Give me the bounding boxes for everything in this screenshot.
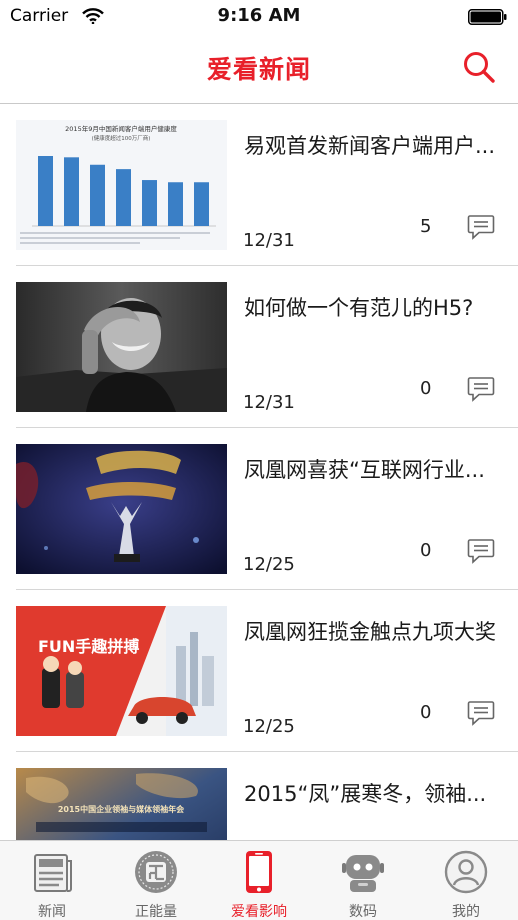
newspaper-icon: [34, 854, 72, 892]
tab-news[interactable]: 新闻: [0, 841, 104, 920]
news-item[interactable]: 凤凰网喜获“互联网行业... 12/25 0: [0, 428, 518, 590]
tab-aikan-influence[interactable]: 爱看影响: [207, 841, 311, 920]
comment-icon[interactable]: [467, 214, 495, 240]
comment-count: 0: [420, 702, 432, 723]
photo-man-laughing: [16, 282, 227, 412]
battery-icon: [468, 9, 507, 25]
tab-mine[interactable]: 我的: [414, 841, 518, 920]
news-title: 凤凰网喜获“互联网行业...: [244, 458, 485, 482]
news-title: 凤凰网狂揽金触点九项大奖: [244, 620, 496, 644]
chart-subheading: (健康度超过100万厂商): [92, 134, 151, 142]
campaign-banner: FUN手趣拼搏: [38, 637, 139, 656]
news-date: 12/25: [243, 554, 295, 575]
news-item[interactable]: 如何做一个有范儿的H5? 12/31 0: [0, 266, 518, 428]
comment-count: 5: [420, 216, 432, 237]
news-thumbnail: [16, 444, 227, 574]
news-date: 12/31: [243, 392, 295, 413]
chart-bar: [168, 182, 183, 226]
news-thumbnail: 2015年9月中国新闻客户端用户健康度 (健康度超过100万厂商): [16, 120, 227, 250]
tab-label: 新闻: [38, 904, 66, 920]
clock: 9:16 AM: [217, 5, 301, 26]
news-thumbnail: [16, 282, 227, 412]
phone-icon: [246, 851, 272, 893]
tab-label: 正能量: [135, 904, 177, 920]
chart-bar: [64, 157, 79, 226]
comment-count: 0: [420, 540, 432, 561]
tab-label: 数码: [349, 904, 377, 920]
user-icon: [444, 850, 488, 894]
page-title: 爱看新闻: [206, 55, 311, 84]
tab-digital[interactable]: 数码: [311, 841, 415, 920]
chart-bar: [194, 182, 209, 226]
chart-bar: [38, 156, 53, 226]
news-date: 12/25: [243, 716, 295, 737]
comment-icon[interactable]: [467, 376, 495, 402]
nav-bar: 爱看新闻: [0, 36, 518, 104]
news-item[interactable]: 2015年9月中国新闻客户端用户健康度 (健康度超过100万厂商) 易观首发新闻…: [0, 104, 518, 266]
news-title: 易观首发新闻客户端用户...: [244, 134, 496, 158]
tab-bar: 新闻 正能量 爱看影响 数码 我的: [0, 840, 518, 920]
news-thumbnail: FUN手趣拼搏: [16, 606, 227, 736]
chart-bar: [116, 169, 131, 226]
status-bar: Carrier 9:16 AM: [0, 0, 518, 36]
tab-label: 爱看影响: [231, 904, 287, 920]
tab-positive-energy[interactable]: 正能量: [104, 841, 208, 920]
news-title: 2015“凤”展寒冬，领袖...: [244, 782, 487, 806]
robot-icon: [342, 855, 384, 892]
chart-heading: 2015年9月中国新闻客户端用户健康度: [65, 124, 177, 133]
comment-icon[interactable]: [467, 538, 495, 564]
news-title: 如何做一个有范儿的H5?: [244, 296, 474, 320]
chart-bar: [142, 180, 157, 226]
photo-award-stage: [16, 444, 227, 574]
comment-icon[interactable]: [467, 700, 495, 726]
badge-icon: [135, 851, 177, 893]
search-icon[interactable]: [462, 50, 496, 84]
news-item[interactable]: FUN手趣拼搏 凤凰网狂揽金触点九项大奖 12/25 0: [0, 590, 518, 752]
chart-thumbnail: 2015年9月中国新闻客户端用户健康度 (健康度超过100万厂商): [16, 120, 227, 250]
news-date: 12/31: [243, 230, 295, 251]
photo-fun-campaign: FUN手趣拼搏: [16, 606, 227, 736]
chart-bar: [90, 164, 105, 226]
comment-count: 0: [420, 378, 432, 399]
conference-banner: 2015中国企业领袖与媒体领袖年会: [58, 804, 184, 814]
tab-label: 我的: [452, 904, 480, 920]
